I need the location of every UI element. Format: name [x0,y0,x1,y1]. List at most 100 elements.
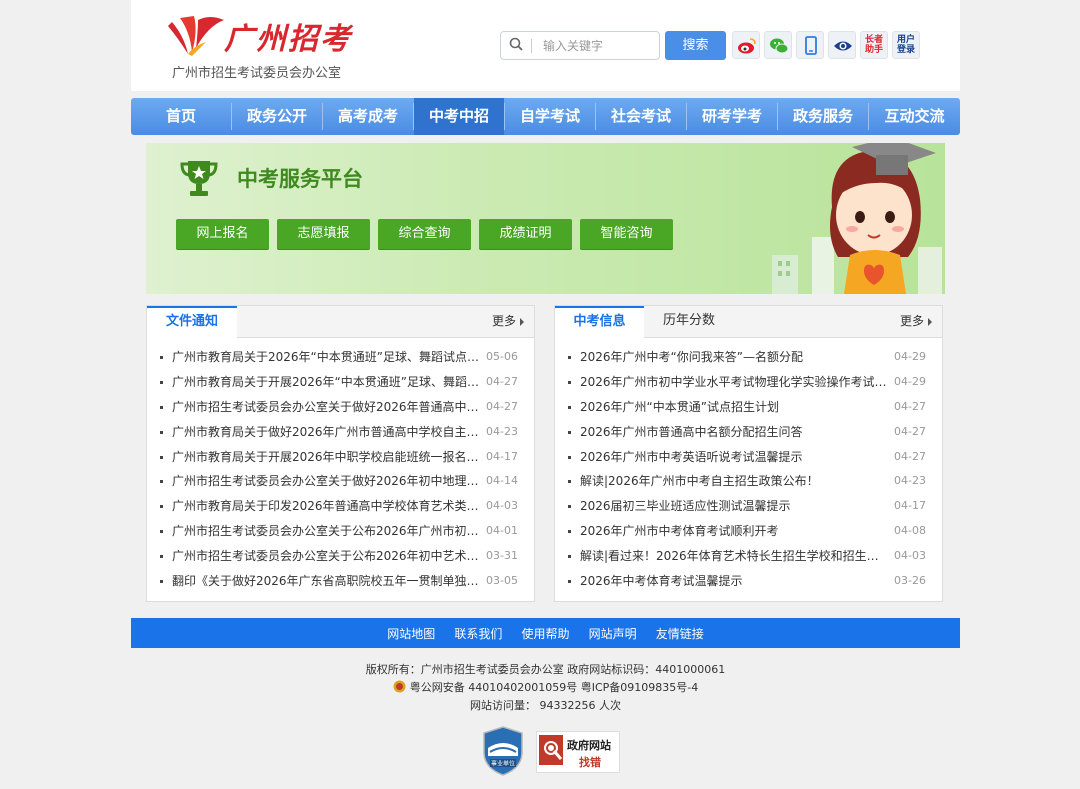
list-item[interactable]: 2026年广州市中考英语听说考试温馨提示 04-27 [565,445,932,470]
search-button[interactable]: 搜索 [665,31,726,60]
list-item[interactable]: 2026年广州“中本贯通”试点招生计划 04-27 [565,395,932,420]
item-title[interactable]: 2026年广州“中本贯通”试点招生计划 [580,395,888,420]
wechat-icon[interactable] [764,31,792,59]
item-title[interactable]: 2026年广州市中考英语听说考试温馨提示 [580,445,888,470]
item-title[interactable]: 广州市招生考试委员会办公室关于公布2026年广州市初中学… [172,519,480,544]
icp-text[interactable]: 粤公网安备 44010402001059号 粤ICP备09109835号-4 [410,681,699,694]
item-date: 04-29 [894,350,926,363]
footer-link-statement[interactable]: 网站声明 [589,627,637,641]
score-certificate-button[interactable]: 成绩证明 [479,219,572,249]
list-item[interactable]: 2026年广州市初中学业水平考试物理化学实验操作考试温馨… 04-29 [565,370,932,395]
nav-item-postgrad[interactable]: 研考学考 [687,98,777,135]
search-divider [531,39,532,53]
item-title[interactable]: 翻印《关于做好2026年广东省高职院校五年一贯制单独招生… [172,569,480,594]
item-date: 04-27 [894,449,926,463]
list-item[interactable]: 广州市招生考试委员会办公室关于公布2026年初中艺术学业… 03-31 [157,544,524,569]
list-item[interactable]: 广州市招生考试委员会办公室关于公布2026年广州市初中学… 04-01 [157,519,524,544]
bullet-icon [160,580,163,584]
item-date: 04-27 [894,424,926,438]
item-title[interactable]: 广州市教育局关于印发2026年普通高中学校体育艺术类特长… [172,494,480,519]
footer-link-help[interactable]: 使用帮助 [521,627,569,641]
item-title[interactable]: 解读|2026年广州市中考自主招生政策公布！ [580,469,888,494]
item-title[interactable]: 广州市教育局关于2026年“中本贯通班”足球、舞蹈试点项目… [172,345,480,370]
tab-past-scores[interactable]: 历年分数 [644,306,734,337]
search-input[interactable] [541,36,655,56]
item-title[interactable]: 2026年广州市初中学业水平考试物理化学实验操作考试温馨… [580,370,888,395]
bullet-icon [160,380,163,384]
public-institution-badge[interactable]: 事业单位 [482,726,524,776]
user-label-1: 用户 [896,35,915,45]
nav-item-gaokao[interactable]: 高考成考 [323,98,413,135]
list-item[interactable]: 翻印《关于做好2026年广东省高职院校五年一贯制单独招生… 03-05 [157,569,524,594]
list-item[interactable]: 2026年中考体育考试温馨提示 03-26 [565,569,932,594]
trophy-icon [180,161,218,196]
list-item[interactable]: 广州市教育局关于印发2026年普通高中学校体育艺术类特长… 04-03 [157,494,524,519]
general-query-button[interactable]: 综合查询 [378,219,471,249]
bullet-icon [160,430,163,434]
bullet-icon [568,580,571,584]
item-title[interactable]: 2026年广州市中考体育考试顺利开考 [580,519,888,544]
eye-icon[interactable] [828,31,856,59]
list-item[interactable]: 2026届初三毕业班适应性测试温馨提示 04-17 [565,494,932,519]
item-date: 03-05 [486,574,518,588]
list-item[interactable]: 解读|看过来！2026年体育艺术特长生招生学校和招生计划公… 04-03 [565,544,932,569]
nav-item-social-exam[interactable]: 社会考试 [596,98,686,135]
online-register-button[interactable]: 网上报名 [176,219,269,249]
item-title[interactable]: 广州市招生考试委员会办公室关于做好2026年初中地理、生… [172,469,480,494]
list-item[interactable]: 广州市教育局关于开展2026年中职学校启能班统一报名甄选… 04-17 [157,445,524,470]
mobile-icon[interactable] [796,31,824,59]
nav-item-interaction[interactable]: 互动交流 [869,98,960,135]
file-notice-list: 广州市教育局关于2026年“中本贯通班”足球、舞蹈试点项目… 05-06 广州市教… [157,345,524,594]
elder-helper-icon[interactable]: 长者 助手 [860,31,888,59]
item-title[interactable]: 广州市教育局关于做好2026年广州市普通高中学校自主招生… [172,420,480,445]
footer-links: 网站地图 联系我们 使用帮助 网站声明 友情链接 [131,618,960,648]
bullet-icon [568,356,571,359]
list-item[interactable]: 2026年广州市普通高中名额分配招生问答 04-27 [565,420,932,445]
list-item[interactable]: 广州市招生考试委员会办公室关于做好2026年普通高中名额… 04-27 [157,395,524,420]
list-item[interactable]: 广州市教育局关于2026年“中本贯通班”足球、舞蹈试点项目… 05-06 [157,345,524,370]
footer-link-contact[interactable]: 联系我们 [454,627,502,641]
weibo-icon[interactable] [732,31,760,59]
tab-file-notice[interactable]: 文件通知 [147,306,237,338]
user-login-icon[interactable]: 用户 登录 [892,31,920,59]
list-item[interactable]: 广州市招生考试委员会办公室关于做好2026年初中地理、生… 04-14 [157,469,524,494]
zhongkao-info-tabbar: 中考信息 历年分数 更多 [555,306,942,338]
footer-link-sitemap[interactable]: 网站地图 [387,627,435,641]
file-notice-tabbar: 文件通知 更多 [147,306,534,338]
nav-item-zhongkao[interactable]: 中考中招 [414,98,504,135]
bullet-icon [568,380,571,384]
nav-item-gov-affairs[interactable]: 政务公开 [232,98,322,135]
item-date: 04-27 [486,374,518,388]
nav-item-gov-service[interactable]: 政务服务 [778,98,868,135]
search-icon [509,37,523,51]
list-item[interactable]: 2026年广州市中考体育考试顺利开考 04-08 [565,519,932,544]
smart-consult-button[interactable]: 智能咨询 [580,219,673,249]
item-title[interactable]: 广州市教育局关于开展2026年中职学校启能班统一报名甄选… [172,445,480,470]
nav-item-home[interactable]: 首页 [131,98,231,135]
item-title[interactable]: 2026年广州市普通高中名额分配招生问答 [580,420,888,445]
list-item[interactable]: 解读|2026年广州市中考自主招生政策公布！ 04-23 [565,469,932,494]
list-item[interactable]: 广州市教育局关于做好2026年广州市普通高中学校自主招生… 04-23 [157,420,524,445]
bullet-icon [568,480,571,484]
tab-zhongkao-info[interactable]: 中考信息 [555,306,644,338]
item-title[interactable]: 广州市招生考试委员会办公室关于公布2026年初中艺术学业… [172,544,480,569]
zhongkao-info-more-link[interactable]: 更多 [900,306,932,337]
item-title[interactable]: 广州市招生考试委员会办公室关于做好2026年普通高中名额… [172,395,480,420]
volunteer-fill-button[interactable]: 志愿填报 [277,219,370,249]
bullet-icon [568,530,571,534]
item-date: 04-23 [486,424,518,438]
more-label: 更多 [491,314,516,328]
item-date: 04-17 [486,449,518,463]
item-title[interactable]: 2026年广州中考“你问我来答”—名额分配 [580,345,888,370]
item-title[interactable]: 广州市教育局关于开展2026年“中本贯通班”足球、舞蹈试点… [172,370,480,395]
file-notice-more-link[interactable]: 更多 [492,306,524,337]
list-item[interactable]: 广州市教育局关于开展2026年“中本贯通班”足球、舞蹈试点… 04-27 [157,370,524,395]
item-title[interactable]: 解读|看过来！2026年体育艺术特长生招生学校和招生计划公… [580,544,888,569]
list-item[interactable]: 2026年广州中考“你问我来答”—名额分配 04-29 [565,345,932,370]
item-title[interactable]: 2026年中考体育考试温馨提示 [580,569,888,594]
logo-text[interactable]: 广州招考 [224,14,352,58]
nav-item-self-study[interactable]: 自学考试 [505,98,595,135]
gov-site-error-badge[interactable]: 政府网站 找错 [536,731,620,773]
footer-link-friends[interactable]: 友情链接 [656,627,704,641]
item-title[interactable]: 2026届初三毕业班适应性测试温馨提示 [580,494,888,519]
